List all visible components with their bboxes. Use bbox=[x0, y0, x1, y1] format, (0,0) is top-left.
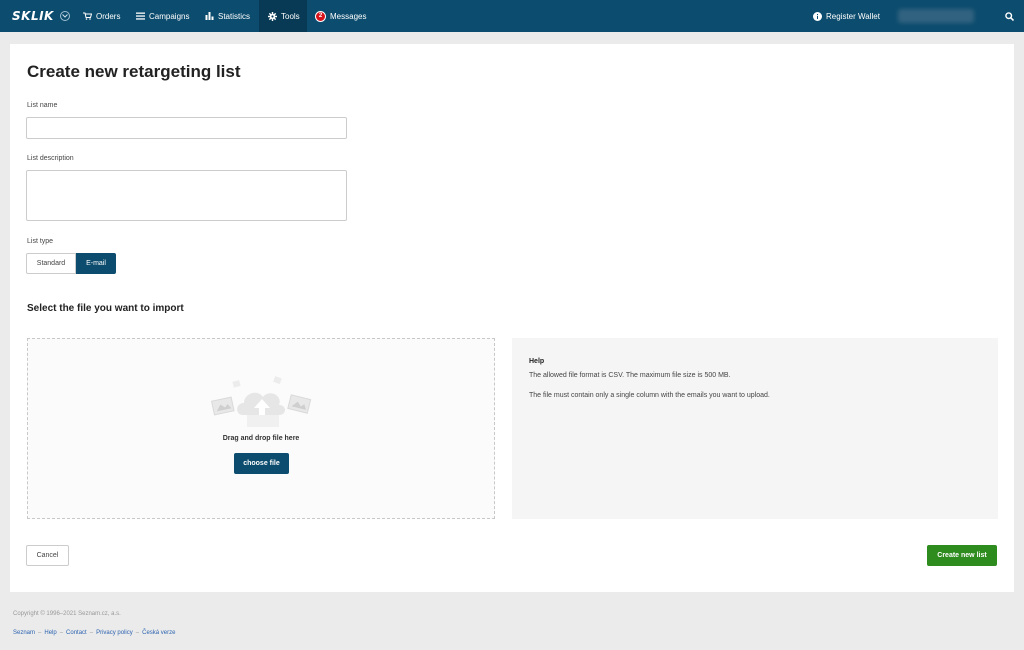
search-icon bbox=[1005, 11, 1014, 21]
footer-link-czech-version[interactable]: Česká verze bbox=[142, 630, 175, 636]
nav-statistics-label: Statistics bbox=[218, 11, 251, 21]
bar-chart-icon bbox=[205, 12, 214, 20]
register-wallet-label: Register Wallet bbox=[826, 11, 880, 21]
register-wallet-link[interactable]: Register Wallet bbox=[813, 0, 880, 32]
list-type-standard[interactable]: Standard bbox=[26, 253, 76, 274]
nav-tools[interactable]: Tools bbox=[259, 0, 307, 32]
footer-link-seznam[interactable]: Seznam bbox=[13, 630, 35, 636]
main-card: Create new retargeting list List name Li… bbox=[10, 44, 1014, 592]
create-new-list-button[interactable]: Create new list bbox=[927, 545, 997, 566]
info-icon bbox=[813, 11, 822, 21]
help-title: Help bbox=[529, 358, 545, 365]
list-description-textarea[interactable] bbox=[26, 170, 347, 221]
nav-orders-label: Orders bbox=[96, 11, 121, 21]
footer-links: Seznam – Help – Contact – Privacy policy… bbox=[13, 630, 175, 636]
help-panel: Help The allowed file format is CSV. The… bbox=[512, 338, 998, 519]
list-name-label: List name bbox=[27, 102, 58, 109]
nav-campaigns[interactable]: Campaigns bbox=[136, 0, 189, 32]
footer-link-privacy-policy[interactable]: Privacy policy bbox=[96, 630, 133, 636]
help-text-format: The allowed file format is CSV. The maxi… bbox=[529, 372, 731, 379]
top-navigation-bar: SKLIK Orders Campaigns Statistics Tools … bbox=[0, 0, 1024, 32]
copyright-text: Copyright © 1996–2021 Seznam.cz, a.s. bbox=[13, 611, 121, 617]
footer-separator: – bbox=[89, 630, 94, 636]
footer-separator: – bbox=[59, 630, 64, 636]
nav-messages[interactable]: 2 Messages bbox=[315, 0, 366, 32]
footer-separator: – bbox=[135, 630, 140, 636]
gear-icon bbox=[268, 11, 277, 21]
list-icon bbox=[136, 12, 145, 20]
nav-statistics[interactable]: Statistics bbox=[205, 0, 250, 32]
account-name-blurred[interactable] bbox=[898, 9, 974, 23]
logo-text: SKLIK bbox=[12, 9, 54, 23]
list-description-label: List description bbox=[27, 155, 74, 162]
import-section-title: Select the file you want to import bbox=[27, 303, 184, 314]
list-type-label: List type bbox=[27, 238, 54, 245]
list-name-input[interactable] bbox=[26, 117, 347, 139]
chevron-down-icon[interactable] bbox=[59, 11, 70, 21]
nav-campaigns-label: Campaigns bbox=[149, 11, 190, 21]
sklik-logo[interactable]: SKLIK bbox=[12, 9, 70, 23]
nav-orders[interactable]: Orders bbox=[83, 0, 120, 32]
messages-badge-icon: 2 bbox=[315, 10, 326, 22]
nav-tools-label: Tools bbox=[281, 11, 300, 21]
drag-drop-text: Drag and drop file here bbox=[222, 435, 300, 442]
help-text-column: The file must contain only a single colu… bbox=[529, 392, 770, 399]
cart-icon bbox=[83, 12, 92, 20]
choose-file-button[interactable]: choose file bbox=[234, 453, 289, 474]
page-title: Create new retargeting list bbox=[27, 62, 241, 81]
file-dropzone[interactable]: Drag and drop file here choose file bbox=[27, 338, 495, 519]
list-type-toggle: Standard E-mail bbox=[26, 253, 116, 274]
footer-separator: – bbox=[38, 630, 42, 636]
nav-messages-label: Messages bbox=[330, 11, 367, 21]
list-type-email[interactable]: E-mail bbox=[76, 253, 116, 274]
footer-link-contact[interactable]: Contact bbox=[66, 630, 87, 636]
footer-link-help[interactable]: Help bbox=[44, 630, 56, 636]
cloud-upload-icon bbox=[211, 376, 312, 427]
search-button[interactable] bbox=[1005, 0, 1014, 32]
cancel-button[interactable]: Cancel bbox=[26, 545, 69, 566]
